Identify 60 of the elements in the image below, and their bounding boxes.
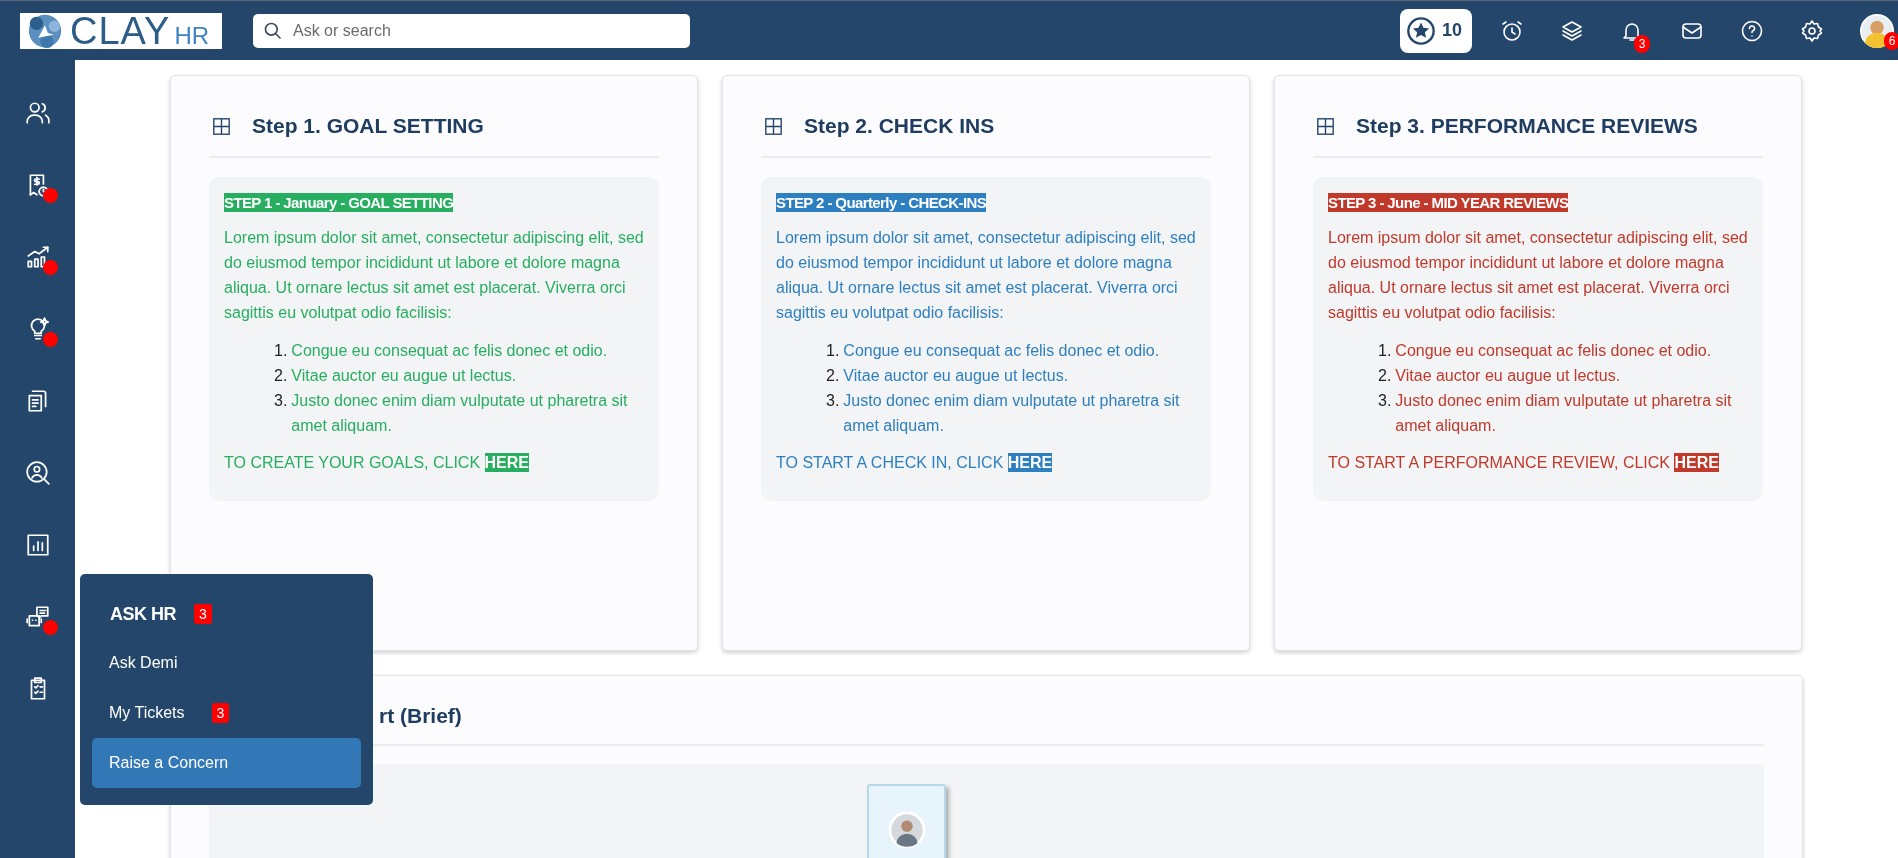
growth-chart-icon[interactable]: [24, 244, 51, 270]
list-number: 2.: [274, 366, 288, 386]
count-badge: 3: [194, 604, 212, 624]
list-item: Congue eu consequat ac felis donec et odio.: [291, 341, 608, 361]
list-item: Justo donec enim diam vulputate ut pharetra sit amet aliquam.: [843, 391, 1181, 436]
list-item: Justo donec enim diam vulputate ut pharetra sit amet aliquam.: [291, 391, 629, 436]
card-title: Step 1. GOAL SETTING: [252, 114, 484, 138]
logo-suffix: HR: [174, 23, 210, 48]
card-title: Step 2. CHECK INS: [804, 114, 995, 138]
list-number: 3.: [826, 391, 840, 411]
step-description: Lorem ipsum dolor sit amet, consectetur adipiscing elit, sed do eiusmod tempor incididunt ut labore et dolore magna aliqua. Ut ornare lectus sit amet est placerat. Viverra orci sagittis eu volutpat odio facilisis:: [1328, 228, 1749, 323]
notification-count: 3: [1634, 34, 1650, 53]
grid-icon: [765, 117, 782, 135]
list-item: Congue eu consequat ac felis donec et odio.: [843, 341, 1160, 361]
person-search-icon[interactable]: [24, 460, 51, 486]
card-title: Step 3. PERFORMANCE REVIEWS: [1356, 114, 1698, 138]
here-link[interactable]: HERE: [1674, 453, 1719, 472]
settings-icon[interactable]: [1800, 18, 1824, 43]
people-icon[interactable]: [24, 100, 51, 126]
list-number: 3.: [274, 391, 288, 411]
call-to-action: TO START A PERFORMANCE REVIEW, CLICK: [1328, 454, 1670, 471]
layers-icon[interactable]: [1560, 18, 1584, 43]
grid-icon: [213, 117, 230, 135]
bar-chart-icon[interactable]: [24, 532, 51, 558]
list-number: 2.: [826, 366, 840, 386]
step-description: Lorem ipsum dolor sit amet, consectetur adipiscing elit, sed do eiusmod tempor incididunt ut labore et dolore magna aliqua. Ut ornare lectus sit amet est placerat. Viverra orci sagittis eu volutpat odio facilisis:: [224, 228, 645, 323]
menu-item[interactable]: My Tickets: [92, 688, 202, 738]
here-link[interactable]: HERE: [1007, 453, 1053, 472]
robot-icon[interactable]: [24, 604, 51, 630]
search-icon: [263, 20, 283, 41]
list-item: Congue eu consequat ac felis donec et odio.: [1395, 341, 1712, 361]
list-item: Vitae auctor eu augue ut lectus.: [1395, 366, 1621, 386]
card-title: rt (Brief): [379, 704, 462, 728]
logo-text: CLAY: [70, 11, 171, 50]
list-number: 3.: [1378, 391, 1392, 411]
points-button[interactable]: 10: [1400, 8, 1472, 53]
list-number: 1.: [1378, 341, 1392, 361]
step-heading: STEP 1 - January - GOAL SETTING: [224, 193, 454, 212]
menu-title: ASK HR: [110, 603, 176, 625]
org-chart-node[interactable]: [867, 784, 946, 858]
call-to-action: TO START A CHECK IN, CLICK: [776, 454, 1004, 471]
help-icon[interactable]: [1740, 18, 1764, 43]
alarm-clock-icon[interactable]: [1500, 18, 1524, 43]
list-number: 2.: [1378, 366, 1392, 386]
count-badge: 3: [211, 703, 230, 723]
menu-item[interactable]: Ask Demi: [92, 638, 195, 688]
search-field[interactable]: Ask or search: [253, 13, 690, 48]
list-item: Vitae auctor eu augue ut lectus.: [291, 366, 517, 386]
logo[interactable]: CLAY HR: [20, 12, 222, 49]
menu-item[interactable]: Raise a Concern: [92, 738, 361, 788]
person-avatar: [887, 811, 926, 849]
call-to-action: TO CREATE YOUR GOALS, CLICK: [224, 454, 481, 471]
list-number: 1.: [826, 341, 840, 361]
list-item: Justo donec enim diam vulputate ut pharetra sit amet aliquam.: [1395, 391, 1733, 436]
list-item: Vitae auctor eu augue ut lectus.: [843, 366, 1069, 386]
list-number: 1.: [274, 341, 288, 361]
grid-icon: [1317, 117, 1334, 135]
user-avatar[interactable]: [1860, 13, 1894, 48]
step-heading: STEP 2 - Quarterly - CHECK-INS: [776, 193, 987, 212]
step-description: Lorem ipsum dolor sit amet, consectetur adipiscing elit, sed do eiusmod tempor incididunt ut labore et dolore magna aliqua. Ut ornare lectus sit amet est placerat. Viverra orci sagittis eu volutpat odio facilisis:: [776, 228, 1197, 323]
